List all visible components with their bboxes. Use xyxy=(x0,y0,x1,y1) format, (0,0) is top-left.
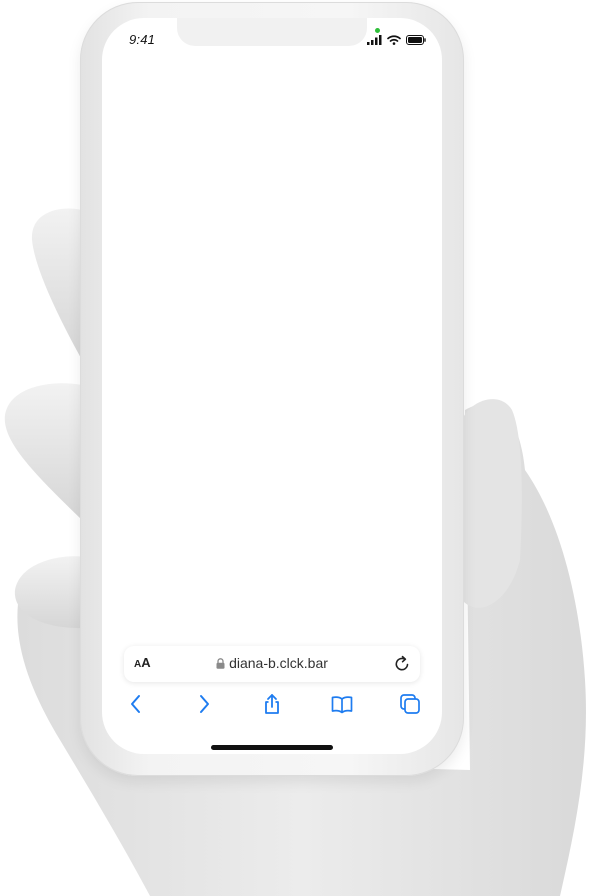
home-indicator[interactable] xyxy=(211,745,333,750)
thumb-shape xyxy=(462,399,522,608)
url-display[interactable]: diana-b.clck.bar xyxy=(124,655,420,671)
phone-screen: 9:41 AA diana-b.clck.bar xyxy=(102,18,442,754)
address-bar[interactable]: AA diana-b.clck.bar xyxy=(124,646,420,682)
lock-icon xyxy=(216,658,225,669)
phone-notch xyxy=(177,18,367,46)
share-icon[interactable] xyxy=(260,692,284,716)
battery-icon xyxy=(406,35,426,45)
book-icon[interactable] xyxy=(330,692,354,716)
url-text: diana-b.clck.bar xyxy=(229,655,328,671)
tabs-icon[interactable] xyxy=(398,692,422,716)
status-time: 9:41 xyxy=(129,32,156,47)
finger-top-shape xyxy=(31,208,82,360)
finger-middle-shape xyxy=(4,383,83,520)
chevron-left-icon[interactable] xyxy=(124,692,148,716)
camera-indicator-dot xyxy=(375,28,380,33)
browser-toolbar xyxy=(102,692,442,722)
device-mockup-scene: 9:41 AA diana-b.clck.bar xyxy=(0,0,600,896)
signal-icon xyxy=(367,35,382,45)
chevron-right-icon[interactable] xyxy=(192,692,216,716)
status-icons xyxy=(367,35,426,45)
wifi-icon xyxy=(387,35,401,45)
reload-icon[interactable] xyxy=(392,654,412,674)
